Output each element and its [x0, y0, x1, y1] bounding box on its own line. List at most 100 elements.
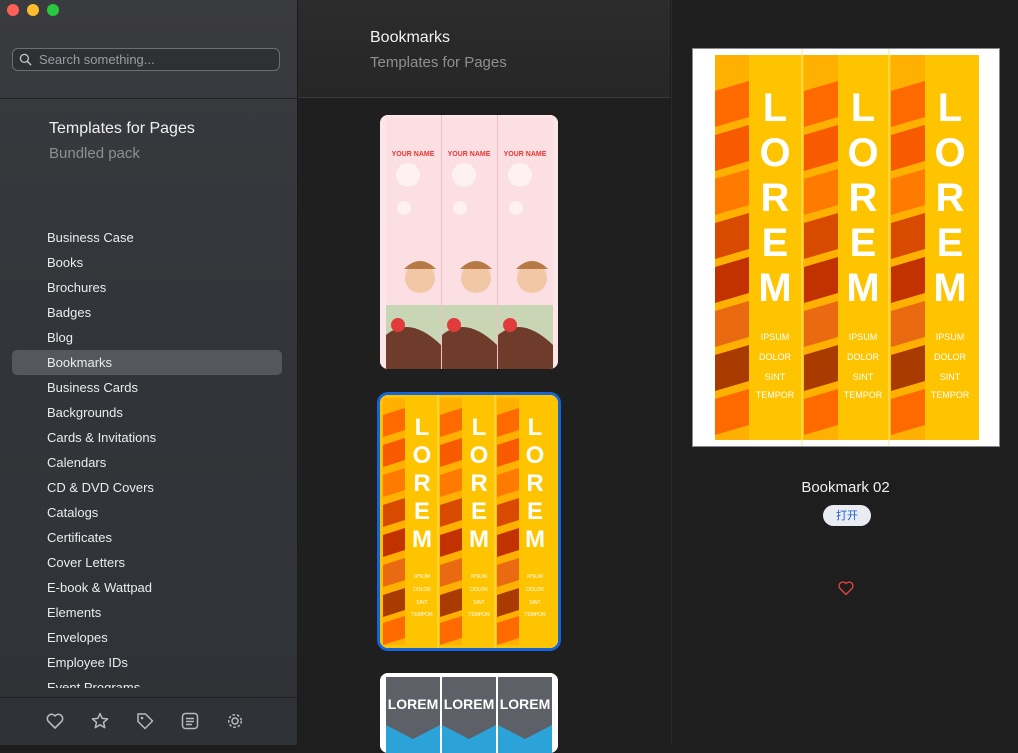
pack-subtitle: Bundled pack — [49, 145, 140, 162]
sidebar-item-bookmarks[interactable]: Bookmarks — [12, 350, 282, 375]
bookmark-line-text: TEMPOR — [468, 612, 490, 618]
bookmark-line-text: SINT — [529, 600, 540, 606]
lorem-letter: M — [525, 526, 545, 553]
category-header: Bookmarks Templates for Pages — [298, 0, 670, 98]
lorem-letter: M — [846, 266, 879, 310]
sidebar-item-backgrounds[interactable]: Backgrounds — [12, 400, 282, 425]
sidebar-item-cd-dvd-covers[interactable]: CD & DVD Covers — [12, 475, 282, 500]
bookmark-line-text: DOLOR — [526, 587, 544, 593]
bookmark-line-text: TEMPOR — [524, 612, 546, 618]
bookmark-line-text: IPSUM — [849, 332, 878, 342]
tag-icon[interactable] — [135, 711, 155, 731]
template-list-pane: Bookmarks Templates for Pages YOUR NAME … — [298, 0, 670, 753]
sidebar-item-catalogs[interactable]: Catalogs — [12, 500, 282, 525]
template-preview: L O R E M L O R E M L O R E M IPSUM DOLO… — [692, 48, 1000, 447]
lorem-letter: R — [526, 470, 543, 497]
sidebar-item-employee-ids[interactable]: Employee IDs — [12, 650, 282, 675]
orange-stripe-right — [497, 398, 519, 645]
lorem-bookmark-large-preview: L O R E M L O R E M L O R E M IPSUM DOLO… — [693, 49, 999, 446]
window-controls — [7, 4, 59, 16]
template-thumbnail-2[interactable]: L O R E M L O R E M L O R E M IPSUM DOLO… — [380, 395, 558, 648]
sidebar-item-certificates[interactable]: Certificates — [12, 525, 282, 550]
sidebar-item-elements[interactable]: Elements — [12, 600, 282, 625]
lorem-letter: R — [470, 470, 487, 497]
lorem-letter: R — [936, 176, 965, 220]
zoom-window-button[interactable] — [47, 4, 59, 16]
template-thumbnail-1[interactable]: YOUR NAME YOUR NAME YOUR NAME — [380, 115, 558, 369]
bookmark-line-text: TEMPOR — [844, 390, 883, 400]
lorem-letter: L — [472, 414, 487, 441]
bookmark-line-text: SINT — [940, 372, 961, 382]
bookmark-line-text: TEMPOR — [411, 612, 433, 618]
sidebar-item-ebook-wattpad[interactable]: E-book & Wattpad — [12, 575, 282, 600]
lorem-letter: O — [759, 131, 790, 175]
star-icon[interactable] — [90, 711, 110, 731]
search-box[interactable] — [12, 48, 280, 71]
category-list[interactable]: Business Case Books Brochures Badges Blo… — [12, 225, 282, 688]
bookmark-line-text: DOLOR — [470, 587, 488, 593]
sidebar: Templates for Pages Bundled pack Busines… — [0, 0, 298, 745]
lorem-letter: R — [413, 470, 430, 497]
lorem-letter: E — [937, 221, 964, 265]
lorem-bookmark-preview: L O R E M L O R E M L O R E M IPSUM DOLO… — [380, 395, 558, 648]
favorite-heart-icon[interactable] — [837, 579, 855, 597]
sidebar-item-books[interactable]: Books — [12, 250, 282, 275]
bookmark-line-text: SINT — [765, 372, 786, 382]
lorem-letter: O — [526, 442, 545, 469]
bookmark-line-text: IPSUM — [414, 574, 430, 580]
sidebar-item-business-cards[interactable]: Business Cards — [12, 375, 282, 400]
heart-icon[interactable] — [45, 711, 65, 731]
category-subtitle: Templates for Pages — [370, 54, 507, 71]
bookmark-line-text: IPSUM — [936, 332, 965, 342]
bookmark-line-text: TEMPOR — [931, 390, 970, 400]
sidebar-item-brochures[interactable]: Brochures — [12, 275, 282, 300]
lorem-letter: O — [470, 442, 489, 469]
lorem-letter: E — [527, 498, 543, 525]
sidebar-item-calendars[interactable]: Calendars — [12, 450, 282, 475]
baby-bookmark-preview: YOUR NAME YOUR NAME YOUR NAME — [380, 115, 558, 369]
sidebar-item-cards-invitations[interactable]: Cards & Invitations — [12, 425, 282, 450]
bookmark-line-text: SINT — [853, 372, 874, 382]
sidebar-item-badges[interactable]: Badges — [12, 300, 282, 325]
category-title: Bookmarks — [370, 29, 451, 46]
bookmark-name-text: YOUR NAME — [504, 151, 547, 158]
lorem-letter: E — [850, 221, 877, 265]
bookmark-line-text: DOLOR — [759, 352, 792, 362]
large-stripe-mid — [804, 55, 838, 440]
lorem-letter: E — [471, 498, 487, 525]
lorem-letter: E — [414, 498, 430, 525]
lorem-letter: R — [849, 176, 878, 220]
sidebar-item-business-case[interactable]: Business Case — [12, 225, 282, 250]
template-detail-pane: L O R E M L O R E M L O R E M IPSUM DOLO… — [671, 0, 1018, 745]
bookmark-line-text: IPSUM — [761, 332, 790, 342]
lorem-letter: L — [528, 414, 543, 441]
bookmark-name-text: YOUR NAME — [448, 151, 491, 158]
divider — [0, 697, 297, 698]
orange-stripe-mid — [440, 398, 462, 645]
sidebar-item-cover-letters[interactable]: Cover Letters — [12, 550, 282, 575]
sidebar-item-event-programs[interactable]: Event Programs — [12, 675, 282, 688]
lorem-letter: E — [762, 221, 789, 265]
bookmark-line-text: IPSUM — [471, 574, 487, 580]
bookmark-line-text: DOLOR — [934, 352, 967, 362]
gear-icon[interactable] — [225, 711, 245, 731]
sidebar-item-envelopes[interactable]: Envelopes — [12, 625, 282, 650]
list-icon[interactable] — [180, 711, 200, 731]
lorem-letter: L — [763, 86, 787, 130]
bookmark-name-text: YOUR NAME — [392, 151, 435, 158]
bookmark-name-text: LOREM — [444, 696, 495, 712]
lorem-letter: M — [933, 266, 966, 310]
lorem-letter: M — [412, 526, 432, 553]
bookmark-name-text: LOREM — [500, 696, 551, 712]
open-button[interactable]: 打开 — [823, 505, 871, 526]
divider — [0, 98, 297, 99]
lorem-letter: O — [934, 131, 965, 175]
close-window-button[interactable] — [7, 4, 19, 16]
minimize-window-button[interactable] — [27, 4, 39, 16]
template-thumbnail-3[interactable]: LOREM LOREM LOREM — [380, 673, 558, 753]
large-stripe-right — [891, 55, 925, 440]
lorem-letter: L — [851, 86, 875, 130]
sidebar-item-blog[interactable]: Blog — [12, 325, 282, 350]
search-input[interactable] — [37, 51, 271, 68]
lorem-letter: O — [413, 442, 432, 469]
